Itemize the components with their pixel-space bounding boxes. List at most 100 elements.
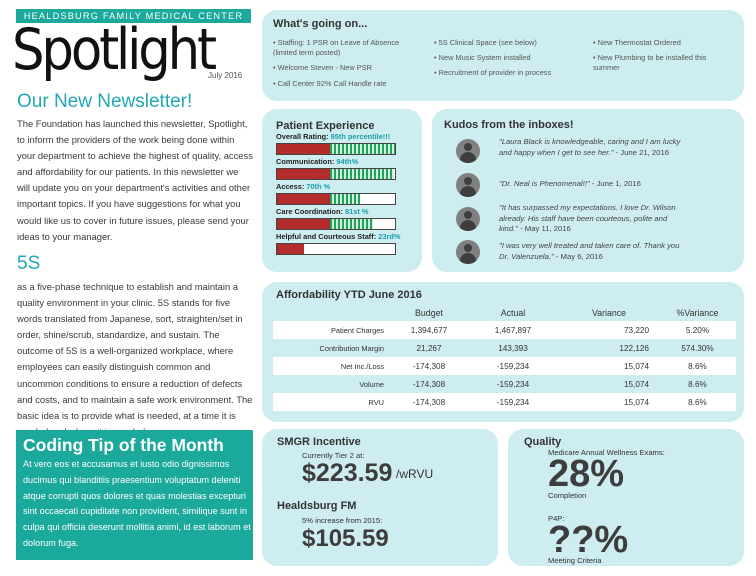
budget-cell: -174,308 bbox=[391, 375, 467, 393]
budget-cell: -174,308 bbox=[391, 357, 467, 375]
pe-bar-red-segment bbox=[277, 194, 331, 204]
hfm-title: Healdsburg FM bbox=[277, 500, 357, 512]
smgr-amount: $223.59 bbox=[302, 459, 393, 487]
kudos-title: Kudos from the inboxes! bbox=[444, 119, 574, 131]
pct-variance-cell: 8.6% bbox=[659, 393, 736, 411]
actual-cell: 1,467,897 bbox=[467, 321, 559, 339]
whats-going-on-col2: • 5S Clinical Space (see below) • New Mu… bbox=[434, 38, 584, 78]
whats-going-on-panel: What's going on... • Staffing: 1 PSR on … bbox=[262, 10, 744, 101]
row-label: Net Inc./Loss bbox=[273, 357, 391, 375]
variance-cell: 73,220 bbox=[559, 321, 659, 339]
column-header: Actual bbox=[467, 305, 559, 321]
quality-caption-p4p: Meeting Criteria bbox=[548, 556, 602, 565]
budget-cell: 21,267 bbox=[391, 339, 467, 357]
patient-experience-panel: Patient Experience Overall Rating: 95th … bbox=[262, 109, 422, 272]
column-header: %Variance bbox=[659, 305, 736, 321]
list-item: • New Music System installed bbox=[434, 53, 531, 62]
smgr-panel: SMGR Incentive Currently Tier 2 at: $223… bbox=[262, 429, 498, 566]
variance-cell: 122,126 bbox=[559, 339, 659, 357]
kudos-quote: "Laura Black is knowledgeable, caring an… bbox=[499, 137, 681, 157]
row-label: Contribution Margin bbox=[273, 339, 391, 357]
kudos-panel: Kudos from the inboxes! "Laura Black is … bbox=[432, 109, 744, 272]
budget-cell: 1,394,677 bbox=[391, 321, 467, 339]
affordability-table: Budget Actual Variance %Variance Patient… bbox=[273, 305, 736, 411]
list-item: • Call Center 92% Call Handle rate bbox=[273, 79, 387, 88]
avatar-icon bbox=[456, 173, 480, 197]
list-item: • 5S Clinical Space (see below) bbox=[434, 38, 537, 47]
list-item: • Recruitment of provider in process bbox=[434, 68, 552, 77]
list-item: • New Thermostat Ordered bbox=[593, 38, 681, 47]
pe-bar-green-segment bbox=[330, 194, 360, 204]
kudos-quote: "I was very well treated and taken care … bbox=[499, 241, 680, 261]
coding-tip-title: Coding Tip of the Month bbox=[23, 435, 224, 455]
pe-metric-name: Helpful and Courteous Staff: bbox=[276, 232, 377, 241]
masthead-date: July 2016 bbox=[208, 71, 243, 80]
avatar-icon bbox=[456, 240, 480, 264]
newsletter-body: The Foundation has launched this newslet… bbox=[17, 118, 253, 242]
variance-cell: 15,074 bbox=[559, 375, 659, 393]
actual-cell: 143,393 bbox=[467, 339, 559, 357]
pe-metric-name: Communication: bbox=[276, 157, 335, 166]
pe-metric-label: Helpful and Courteous Staff: 23rd% bbox=[276, 232, 400, 241]
pe-progress-bar bbox=[276, 243, 396, 255]
coding-tip-body: At vero eos et accusamus et iusto odio d… bbox=[23, 459, 251, 548]
smgr-title: SMGR Incentive bbox=[277, 436, 361, 448]
whats-going-on-title: What's going on... bbox=[273, 18, 368, 30]
fives-body: as a five-phase technique to establish a… bbox=[17, 281, 253, 437]
column-header: Variance bbox=[559, 305, 659, 321]
table-row: Patient Charges 1,394,677 1,467,897 73,220 5… bbox=[273, 321, 736, 339]
table-row: Volume -174,308 -159,234 15,074 8.6% bbox=[273, 375, 736, 393]
pe-metric-value: 81st % bbox=[345, 207, 369, 216]
pe-metric-label: Access: 70th % bbox=[276, 182, 330, 191]
pe-metric-name: Access: bbox=[276, 182, 305, 191]
pe-bar-green-segment bbox=[330, 144, 395, 154]
smgr-unit: /wRVU bbox=[396, 467, 434, 481]
fives-heading: 5S bbox=[17, 253, 41, 274]
pe-metric-label: Overall Rating: 95th percentile!!! bbox=[276, 132, 390, 141]
row-label: Patient Charges bbox=[273, 321, 391, 339]
pe-bar-red-segment bbox=[277, 219, 331, 229]
patient-experience-title: Patient Experience bbox=[276, 120, 375, 132]
pe-metric-label: Communication: 94th% bbox=[276, 157, 358, 166]
actual-cell: -159,234 bbox=[467, 357, 559, 375]
quality-title: Quality bbox=[524, 436, 562, 448]
column-header: Budget bbox=[391, 305, 467, 321]
whats-going-on-col1: • Staffing: 1 PSR on Leave of Absence (l… bbox=[273, 38, 423, 89]
pe-progress-bar bbox=[276, 193, 396, 205]
row-label: Volume bbox=[273, 375, 391, 393]
hfm-subtitle: 5% increase from 2015: bbox=[302, 516, 383, 525]
affordability-title: Affordability YTD June 2016 bbox=[276, 289, 422, 301]
quality-panel: Quality Medicare Annual Wellness Exams: … bbox=[508, 429, 744, 566]
pe-metric-name: Overall Rating: bbox=[276, 132, 329, 141]
pe-bar-red-segment bbox=[277, 244, 305, 254]
row-label: RVU bbox=[273, 393, 391, 411]
table-row: Contribution Margin 21,267 143,393 122,126 5… bbox=[273, 339, 736, 357]
avatar-icon bbox=[456, 207, 480, 231]
newsletter-heading: Our New Newsletter! bbox=[17, 91, 193, 112]
pe-metric-value: 95th percentile!!! bbox=[330, 132, 391, 141]
hfm-amount: $105.59 bbox=[302, 525, 389, 552]
list-item: • Staffing: 1 PSR on Leave of Absence (l… bbox=[273, 38, 400, 57]
pe-metric-label: Care Coordination: 81st % bbox=[276, 207, 368, 216]
variance-cell: 15,074 bbox=[559, 393, 659, 411]
masthead-title: Spotlight bbox=[12, 17, 217, 83]
table-row: Net Inc./Loss -174,308 -159,234 15,074 8.6% bbox=[273, 357, 736, 375]
pe-metric-value: 94th% bbox=[336, 157, 359, 166]
actual-cell: -159,234 bbox=[467, 393, 559, 411]
whats-going-on-col3: • New Thermostat Ordered • New Plumbing … bbox=[593, 38, 733, 73]
column-header bbox=[273, 305, 391, 321]
coding-tip-box: Coding Tip of the Month At vero eos et a… bbox=[16, 430, 253, 560]
pct-variance-cell: 8.6% bbox=[659, 357, 736, 375]
avatar-icon bbox=[456, 139, 480, 163]
pe-progress-bar bbox=[276, 143, 396, 155]
pe-metric-value: 23rd% bbox=[378, 232, 401, 241]
list-item: • Welcome Steven - New PSR bbox=[273, 63, 372, 72]
kudos-quote: "Dr. Neal is Phenomenal!!" - June 1, 201… bbox=[499, 179, 641, 188]
pe-progress-bar bbox=[276, 218, 396, 230]
quality-value-wellness: 28% bbox=[548, 453, 625, 495]
pe-progress-bar bbox=[276, 168, 396, 180]
pe-bar-red-segment bbox=[277, 144, 331, 154]
list-item: • New Plumbing to be installed this summ… bbox=[593, 53, 707, 72]
pct-variance-cell: 8.6% bbox=[659, 375, 736, 393]
pe-bar-red-segment bbox=[277, 169, 331, 179]
